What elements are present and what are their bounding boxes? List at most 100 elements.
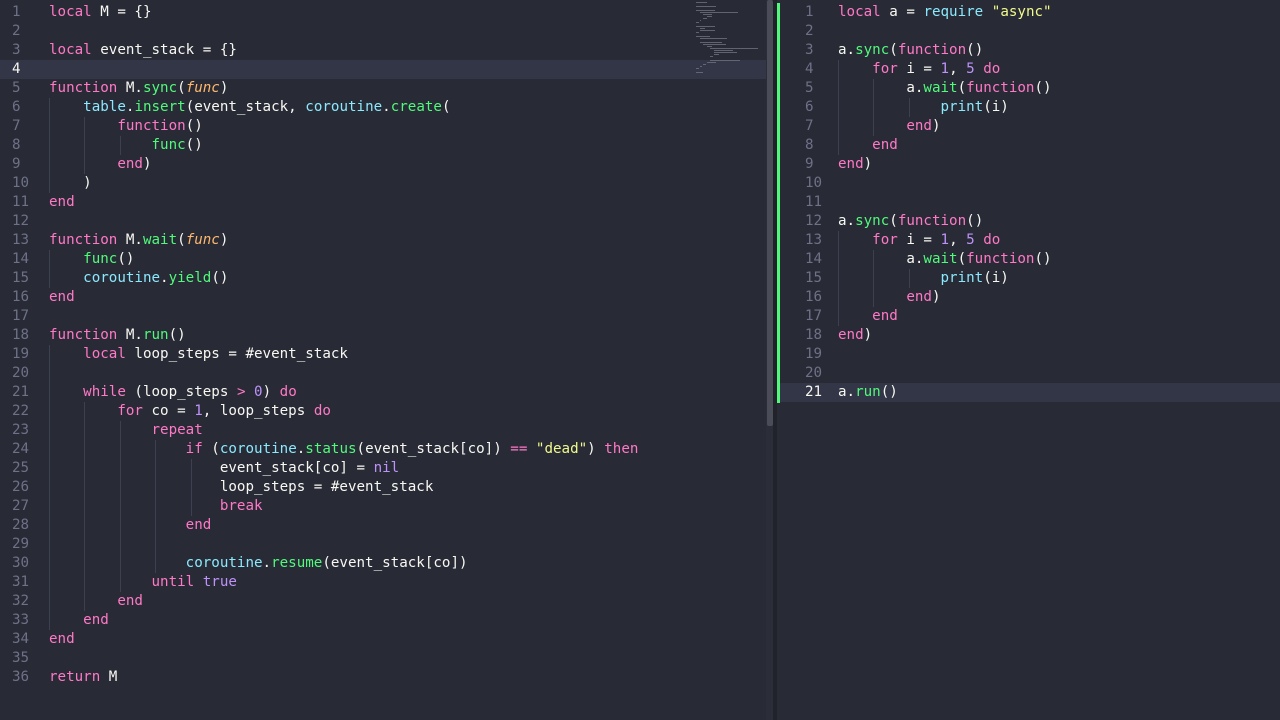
- line-number: 21: [805, 384, 823, 400]
- code-line[interactable]: 8 func(): [0, 136, 768, 155]
- line-number: 19: [12, 346, 30, 362]
- line-number: 34: [12, 631, 30, 647]
- code-token: a =: [880, 4, 924, 20]
- code-line[interactable]: 30 coroutine.resume(event_stack[co]): [0, 554, 768, 573]
- code-line[interactable]: 25 event_stack[co] = nil: [0, 459, 768, 478]
- code-line[interactable]: 19: [777, 345, 1280, 364]
- code-line[interactable]: 17 end: [777, 307, 1280, 326]
- code-token: do: [983, 61, 1001, 77]
- code-token: 1: [940, 232, 950, 248]
- code-token: (): [185, 137, 203, 153]
- code-line[interactable]: 13 for i = 1, 5 do: [777, 231, 1280, 250]
- code-token: wait: [923, 251, 958, 267]
- code-line[interactable]: 4 for i = 1, 5 do: [777, 60, 1280, 79]
- left-scrollbar-thumb[interactable]: [767, 0, 773, 426]
- minimap-line: [699, 12, 739, 13]
- code-token: M.: [117, 327, 143, 343]
- code-line[interactable]: 24 if (coroutine.status(event_stack[co])…: [0, 440, 768, 459]
- code-line[interactable]: 15 coroutine.yield(): [0, 269, 768, 288]
- code-token: (: [889, 213, 898, 229]
- code-line[interactable]: 20: [777, 364, 1280, 383]
- code-line[interactable]: 18 end): [777, 326, 1280, 345]
- code-line[interactable]: 14 func(): [0, 250, 768, 269]
- code-line[interactable]: 32 end: [0, 592, 768, 611]
- code-token: loop_steps = #event_stack: [125, 346, 348, 362]
- code-line[interactable]: 18 function M.run(): [0, 326, 768, 345]
- code-line[interactable]: 14 a.wait(function(): [777, 250, 1280, 269]
- code-line[interactable]: 17: [0, 307, 768, 326]
- code-text: a.sync(function(): [838, 212, 983, 231]
- code-token: yield: [168, 270, 212, 286]
- code-line[interactable]: 29: [0, 535, 768, 554]
- code-line[interactable]: 9 end): [0, 155, 768, 174]
- code-line[interactable]: 9 end): [777, 155, 1280, 174]
- code-line[interactable]: 13 function M.wait(func): [0, 231, 768, 250]
- code-line[interactable]: 10: [777, 174, 1280, 193]
- code-line[interactable]: 26 loop_steps = #event_stack: [0, 478, 768, 497]
- code-line[interactable]: 16 end): [777, 288, 1280, 307]
- code-line[interactable]: 33 end: [0, 611, 768, 630]
- minimap-line: [696, 68, 699, 69]
- code-line[interactable]: 2: [777, 22, 1280, 41]
- minimap[interactable]: [696, 0, 762, 73]
- code-line[interactable]: 3 local event_stack = {}: [0, 41, 768, 60]
- code-token: ): [863, 156, 873, 172]
- line-number: 4: [12, 61, 21, 77]
- code-line[interactable]: 11: [777, 193, 1280, 212]
- line-number: 14: [805, 251, 823, 267]
- code-line[interactable]: 19 local loop_steps = #event_stack: [0, 345, 768, 364]
- code-line[interactable]: 7 end): [777, 117, 1280, 136]
- code-line[interactable]: 15 print(i): [777, 269, 1280, 288]
- code-token: (: [957, 80, 967, 96]
- code-line[interactable]: 21 a.run(): [777, 383, 1280, 402]
- code-line[interactable]: 20: [0, 364, 768, 383]
- line-number: 11: [805, 194, 823, 210]
- code-line[interactable]: 31 until true: [0, 573, 768, 592]
- code-line[interactable]: 34 end: [0, 630, 768, 649]
- code-line[interactable]: 4: [0, 60, 768, 79]
- code-line[interactable]: 16 end: [0, 288, 768, 307]
- left-editor-pane[interactable]: 1 local M = {} 2 3 local event_stack = {} 4 5 f…: [0, 0, 768, 720]
- code-line[interactable]: 22 for co = 1, loop_steps do: [0, 402, 768, 421]
- code-line[interactable]: 12: [0, 212, 768, 231]
- code-text: end): [838, 326, 872, 345]
- code-line[interactable]: 21 while (loop_steps > 0) do: [0, 383, 768, 402]
- code-line[interactable]: 35: [0, 649, 768, 668]
- code-token: a.: [838, 251, 924, 267]
- code-line[interactable]: 27 break: [0, 497, 768, 516]
- code-line[interactable]: 28 end: [0, 516, 768, 535]
- code-line[interactable]: 5 function M.sync(func): [0, 79, 768, 98]
- right-editor-pane[interactable]: 1 local a = require "async" 2 3 a.sync(funct…: [777, 0, 1280, 720]
- code-line[interactable]: 6 print(i): [777, 98, 1280, 117]
- code-line[interactable]: 12 a.sync(function(): [777, 212, 1280, 231]
- line-number: 19: [805, 346, 823, 362]
- code-line[interactable]: 8 end: [777, 136, 1280, 155]
- code-line[interactable]: 7 function(): [0, 117, 768, 136]
- code-token: (): [1034, 80, 1052, 96]
- minimap-line: [714, 52, 737, 53]
- code-line[interactable]: 1 local a = require "async": [777, 3, 1280, 22]
- code-line[interactable]: 23 repeat: [0, 421, 768, 440]
- code-token: (): [211, 270, 229, 286]
- code-line[interactable]: 1 local M = {}: [0, 3, 768, 22]
- line-number: 13: [805, 232, 823, 248]
- code-token: print: [940, 99, 984, 115]
- code-line[interactable]: 6 table.insert(event_stack, coroutine.cr…: [0, 98, 768, 117]
- code-line[interactable]: 5 a.wait(function(): [777, 79, 1280, 98]
- code-line[interactable]: 36 return M: [0, 668, 768, 687]
- code-token: i =: [897, 61, 941, 77]
- code-line[interactable]: 10 ): [0, 174, 768, 193]
- code-line[interactable]: 3 a.sync(function(): [777, 41, 1280, 60]
- code-line[interactable]: 11 end: [0, 193, 768, 212]
- code-line[interactable]: 2: [0, 22, 768, 41]
